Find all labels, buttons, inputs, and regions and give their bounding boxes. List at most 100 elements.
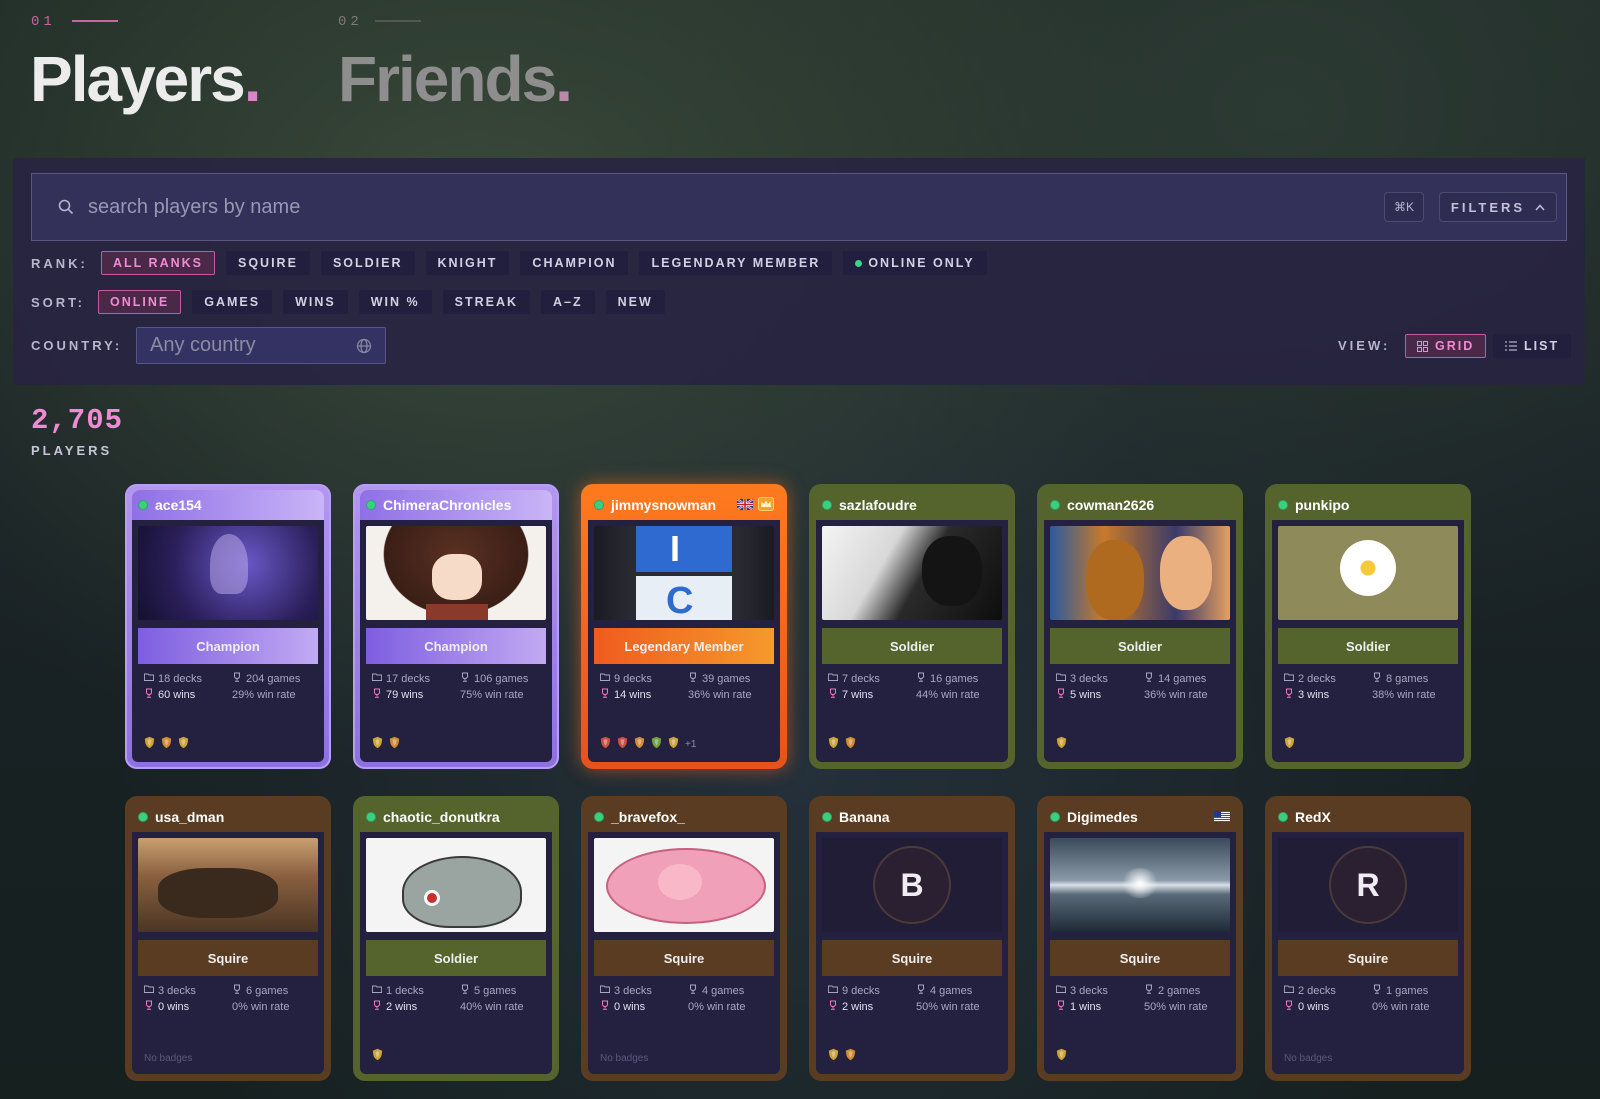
online-only-toggle[interactable]: ONLINE ONLY bbox=[843, 251, 987, 275]
player-card[interactable]: ChimeraChronicles Champion 17 decks 106 … bbox=[353, 484, 559, 769]
search-input[interactable] bbox=[88, 191, 1188, 223]
view-list-button[interactable]: LIST bbox=[1493, 334, 1572, 358]
tab-friends[interactable]: Friends. bbox=[338, 42, 573, 116]
rank-filter-chips: ALL RANKS SQUIRE SOLDIER KNIGHT CHAMPION… bbox=[101, 251, 987, 275]
player-name[interactable]: punkipo bbox=[1295, 497, 1349, 513]
rank-label: Legendary Member bbox=[594, 628, 774, 664]
decks-value: 18 decks bbox=[158, 672, 203, 685]
player-card[interactable]: ace154 Champion 18 decks 204 games 60 wi… bbox=[125, 484, 331, 769]
win-rate-stat: 29% win rate bbox=[232, 688, 324, 701]
player-card[interactable]: Banana B Squire 9 decks 4 games 2 wins 5… bbox=[809, 796, 1015, 1081]
folder-icon bbox=[828, 672, 838, 685]
trophy-icon bbox=[232, 672, 242, 685]
win-rate-stat: 44% win rate bbox=[916, 688, 1008, 701]
player-name[interactable]: ChimeraChronicles bbox=[383, 497, 511, 513]
wins-value: 2 wins bbox=[842, 1000, 874, 1013]
no-badges-text: No badges bbox=[1284, 1053, 1333, 1064]
win-rate-value: 40% win rate bbox=[460, 1000, 524, 1013]
tab-players-underline bbox=[72, 20, 118, 22]
filters-toggle-button[interactable]: FILTERS bbox=[1439, 192, 1557, 222]
online-status-icon bbox=[1278, 812, 1288, 822]
badge-shield-icon bbox=[845, 1048, 856, 1064]
online-status-icon bbox=[1278, 500, 1288, 510]
no-badges-text: No badges bbox=[144, 1053, 193, 1064]
sort-chip-online[interactable]: ONLINE bbox=[98, 290, 182, 314]
sort-chip-win-percent[interactable]: WIN % bbox=[358, 290, 432, 314]
sort-chip-wins[interactable]: WINS bbox=[283, 290, 348, 314]
games-value: 14 games bbox=[1158, 672, 1207, 685]
wins-value: 1 wins bbox=[1070, 1000, 1102, 1013]
player-name[interactable]: Banana bbox=[839, 809, 890, 825]
games-stat: 2 games bbox=[1144, 984, 1236, 997]
win-rate-value: 36% win rate bbox=[1144, 688, 1208, 701]
country-select[interactable]: Any country bbox=[136, 327, 386, 364]
rank-chip-legendary[interactable]: LEGENDARY MEMBER bbox=[639, 251, 833, 275]
badges-row bbox=[1056, 1048, 1067, 1064]
badge-shield-icon bbox=[634, 736, 645, 752]
badge-shield-icon bbox=[372, 1048, 383, 1064]
card-header: sazlafoudre bbox=[816, 490, 1008, 520]
win-rate-stat: 50% win rate bbox=[916, 1000, 1008, 1013]
card-header: punkipo bbox=[1272, 490, 1464, 520]
badge-shield-icon bbox=[1056, 1048, 1067, 1064]
player-card[interactable]: usa_dman Squire 3 decks 6 games 0 wins 0… bbox=[125, 796, 331, 1081]
games-value: 39 games bbox=[702, 672, 751, 685]
tab-friends-underline bbox=[375, 20, 421, 22]
player-name[interactable]: _bravefox_ bbox=[611, 809, 685, 825]
decks-stat: 2 decks bbox=[1284, 984, 1372, 997]
card-body: Squire 3 decks 6 games 0 wins 0% win rat… bbox=[132, 832, 324, 1074]
avatar bbox=[138, 526, 318, 620]
online-status-icon bbox=[138, 500, 148, 510]
rank-label: Champion bbox=[366, 628, 546, 664]
view-list-label: LIST bbox=[1524, 339, 1560, 353]
player-card[interactable]: Digimedes Squire 3 decks 2 games 1 wins … bbox=[1037, 796, 1243, 1081]
win-rate-value: 36% win rate bbox=[688, 688, 752, 701]
folder-icon bbox=[1284, 672, 1294, 685]
badge-shield-icon bbox=[372, 736, 383, 752]
tab-players[interactable]: Players. bbox=[30, 42, 262, 116]
avatar: B bbox=[822, 838, 1002, 932]
folder-icon bbox=[600, 672, 610, 685]
rank-chip-all[interactable]: ALL RANKS bbox=[101, 251, 215, 275]
badges-row bbox=[372, 1048, 383, 1064]
avatar bbox=[366, 526, 546, 620]
player-name[interactable]: ace154 bbox=[155, 497, 202, 513]
games-value: 1 games bbox=[1386, 984, 1429, 997]
win-rate-stat: 75% win rate bbox=[460, 688, 552, 701]
player-card[interactable]: cowman2626 Soldier 3 decks 14 games 5 wi… bbox=[1037, 484, 1243, 769]
folder-icon bbox=[1284, 984, 1294, 997]
sort-chip-new[interactable]: NEW bbox=[605, 290, 665, 314]
player-name[interactable]: Digimedes bbox=[1067, 809, 1138, 825]
trophy-icon bbox=[232, 984, 242, 997]
player-card[interactable]: RedX R Squire 2 decks 1 games 0 wins 0% … bbox=[1265, 796, 1471, 1081]
player-card[interactable]: sazlafoudre Soldier 7 decks 16 games 7 w… bbox=[809, 484, 1015, 769]
rank-chip-soldier[interactable]: SOLDIER bbox=[320, 251, 415, 275]
player-card[interactable]: punkipo Soldier 2 decks 8 games 3 wins 3… bbox=[1265, 484, 1471, 769]
player-card[interactable]: jimmysnowman IC Legendary Member 9 decks… bbox=[581, 484, 787, 769]
player-name[interactable]: jimmysnowman bbox=[611, 497, 716, 513]
tab-friends-dot: . bbox=[555, 43, 573, 115]
sort-chip-games[interactable]: GAMES bbox=[192, 290, 273, 314]
uk-flag-icon bbox=[737, 497, 753, 513]
player-card[interactable]: chaotic_donutkra Soldier 1 decks 5 games… bbox=[353, 796, 559, 1081]
player-name[interactable]: chaotic_donutkra bbox=[383, 809, 500, 825]
view-label: VIEW: bbox=[1338, 338, 1391, 353]
sort-chip-streak[interactable]: STREAK bbox=[442, 290, 531, 314]
win-rate-value: 0% win rate bbox=[688, 1000, 746, 1013]
games-stat: 4 games bbox=[688, 984, 780, 997]
player-name[interactable]: sazlafoudre bbox=[839, 497, 917, 513]
view-grid-button[interactable]: GRID bbox=[1405, 334, 1487, 358]
avatar bbox=[822, 526, 1002, 620]
rank-chip-squire[interactable]: SQUIRE bbox=[226, 251, 310, 275]
player-card[interactable]: _bravefox_ Squire 3 decks 4 games 0 wins… bbox=[581, 796, 787, 1081]
wins-stat: 0 wins bbox=[600, 1000, 688, 1013]
card-body: Soldier 2 decks 8 games 3 wins 38% win r… bbox=[1272, 520, 1464, 762]
win-rate-value: 44% win rate bbox=[916, 688, 980, 701]
player-name[interactable]: RedX bbox=[1295, 809, 1331, 825]
player-name[interactable]: cowman2626 bbox=[1067, 497, 1154, 513]
rank-chip-knight[interactable]: KNIGHT bbox=[425, 251, 510, 275]
rank-chip-champion[interactable]: CHAMPION bbox=[520, 251, 629, 275]
folder-icon bbox=[144, 672, 154, 685]
sort-chip-a-z[interactable]: A–Z bbox=[541, 290, 595, 314]
player-name[interactable]: usa_dman bbox=[155, 809, 224, 825]
